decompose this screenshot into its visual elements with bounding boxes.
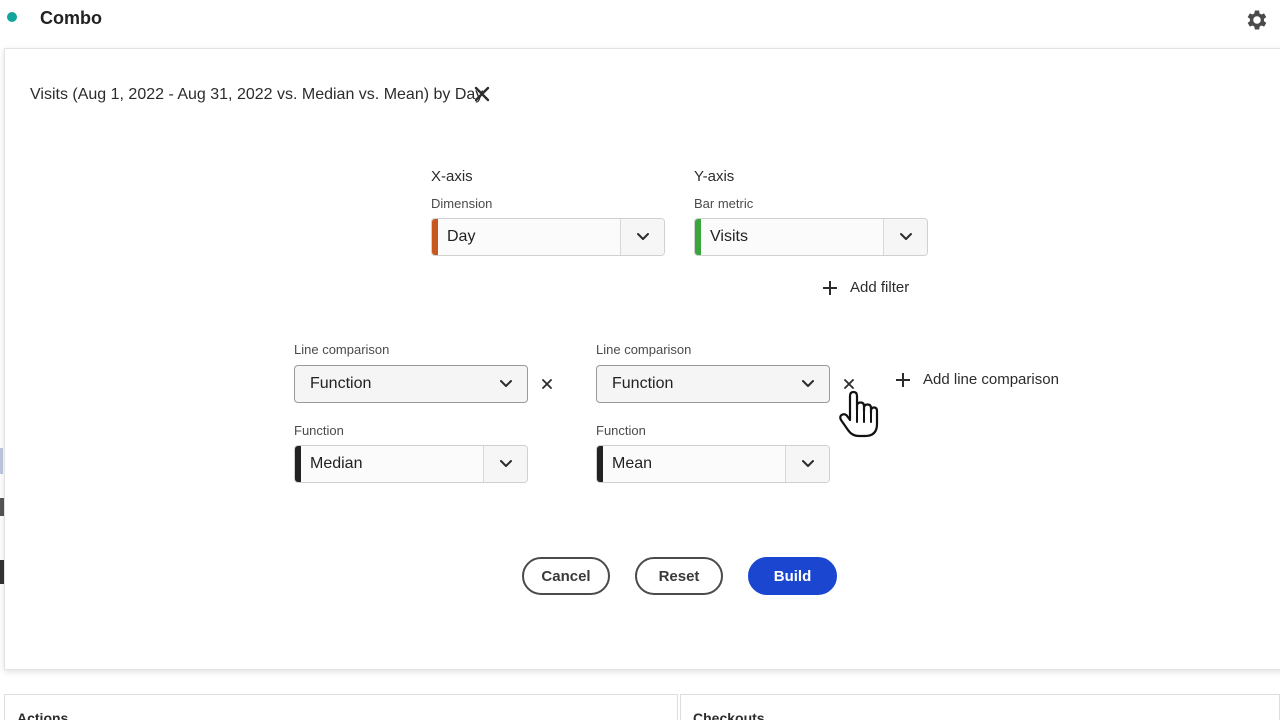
chevron-down-icon[interactable] (620, 219, 664, 255)
close-icon[interactable] (471, 83, 493, 105)
line-comparison-label: Line comparison (294, 342, 390, 357)
panel-title: Checkouts (693, 710, 765, 720)
actions-panel: Actions (4, 694, 678, 720)
dimension-picker[interactable]: Day (431, 218, 665, 256)
checkouts-panel: Checkouts (680, 694, 1280, 720)
remove-comparison-icon[interactable] (540, 377, 554, 391)
line-comparison-dropdown[interactable]: Function (596, 365, 830, 403)
x-axis-heading: X-axis (431, 168, 473, 185)
function-picker[interactable]: Median (294, 445, 528, 483)
plus-icon (896, 372, 910, 387)
line-comparison-value: Function (612, 375, 674, 392)
panel-title: Actions (17, 710, 69, 720)
add-filter-label: Add filter (850, 279, 910, 296)
status-dot (7, 12, 17, 22)
remove-comparison-icon[interactable] (842, 377, 856, 391)
dimension-value: Day (438, 219, 620, 255)
top-bar: Combo (0, 0, 1280, 44)
y-axis-heading: Y-axis (694, 168, 735, 185)
plus-icon (823, 280, 837, 295)
chevron-down-icon (802, 380, 814, 387)
app-title: Combo (40, 8, 102, 28)
cancel-button[interactable]: Cancel (522, 557, 610, 595)
line-comparison-label: Line comparison (596, 342, 692, 357)
add-line-comparison-label: Add line comparison (923, 371, 1059, 388)
reset-button[interactable]: Reset (635, 557, 723, 595)
combo-config-modal: Visits (Aug 1, 2022 - Aug 31, 2022 vs. M… (4, 48, 1280, 670)
bar-metric-picker[interactable]: Visits (694, 218, 928, 256)
line-comparison-value: Function (310, 375, 372, 392)
dimension-label: Dimension (431, 196, 493, 211)
function-picker[interactable]: Mean (596, 445, 830, 483)
gear-icon[interactable] (1244, 7, 1270, 33)
chevron-down-icon (500, 380, 512, 387)
page-artifact (0, 448, 3, 474)
modal-title: Visits (Aug 1, 2022 - Aug 31, 2022 vs. M… (30, 86, 484, 103)
add-filter-button[interactable]: Add filter (822, 279, 909, 296)
function-label: Function (596, 423, 646, 438)
chevron-down-icon[interactable] (483, 446, 527, 482)
function-label: Function (294, 423, 344, 438)
bar-metric-value: Visits (701, 219, 883, 255)
function-value: Mean (603, 446, 785, 482)
function-value: Median (301, 446, 483, 482)
build-button[interactable]: Build (748, 557, 837, 595)
line-comparison-dropdown[interactable]: Function (294, 365, 528, 403)
chevron-down-icon[interactable] (883, 219, 927, 255)
bar-metric-label: Bar metric (694, 196, 754, 211)
add-line-comparison-button[interactable]: Add line comparison (895, 371, 1059, 388)
chevron-down-icon[interactable] (785, 446, 829, 482)
